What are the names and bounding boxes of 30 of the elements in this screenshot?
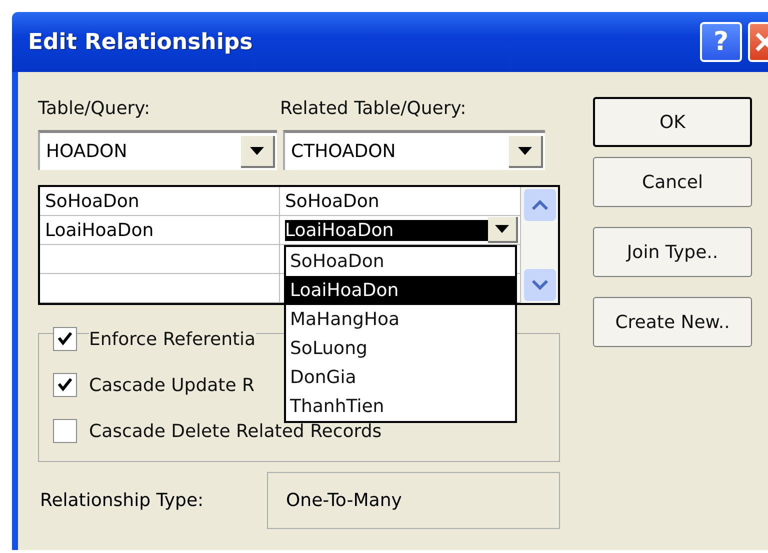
scrollbar[interactable] <box>521 187 558 303</box>
checkbox-label: Cascade Update R <box>89 374 255 396</box>
dialog-button[interactable]: Create New.. <box>593 297 752 347</box>
check-icon <box>57 332 73 346</box>
table-dropdown[interactable]: HOADON <box>38 130 277 170</box>
relationship-type-field: One-To-Many <box>267 472 560 529</box>
table-cell[interactable] <box>40 274 280 303</box>
checkbox[interactable] <box>53 327 77 351</box>
chevron-down-icon <box>530 279 548 291</box>
help-button[interactable]: ? <box>700 22 742 62</box>
caret-down-icon <box>495 225 509 233</box>
table-cell[interactable]: SoHoaDon <box>40 187 280 216</box>
dialog-button[interactable]: Cancel <box>593 157 752 207</box>
chevron-up-icon <box>530 199 548 211</box>
dialog-button[interactable]: Join Type.. <box>593 227 752 277</box>
table-cell[interactable] <box>40 245 280 274</box>
caret-down-icon <box>518 146 532 154</box>
caret-down-icon <box>250 146 264 154</box>
field-label: Related Table/Query: <box>280 98 468 121</box>
check-icon <box>57 378 73 392</box>
field-label: Relationship Type: <box>39 490 205 511</box>
checkbox[interactable] <box>53 419 77 443</box>
dialog-button[interactable]: OK <box>593 97 752 147</box>
window-title: Edit Relationships <box>28 30 254 54</box>
table-cell[interactable]: LoaiHoaDon <box>40 216 280 245</box>
table-dropdown[interactable]: CTHOADON <box>283 130 545 170</box>
dropdown-option[interactable]: LoaiHoaDon <box>286 276 515 305</box>
field-label: Table/Query: <box>38 98 152 121</box>
table-cell[interactable]: SoHoaDon <box>280 187 521 216</box>
checkbox[interactable] <box>53 373 77 397</box>
